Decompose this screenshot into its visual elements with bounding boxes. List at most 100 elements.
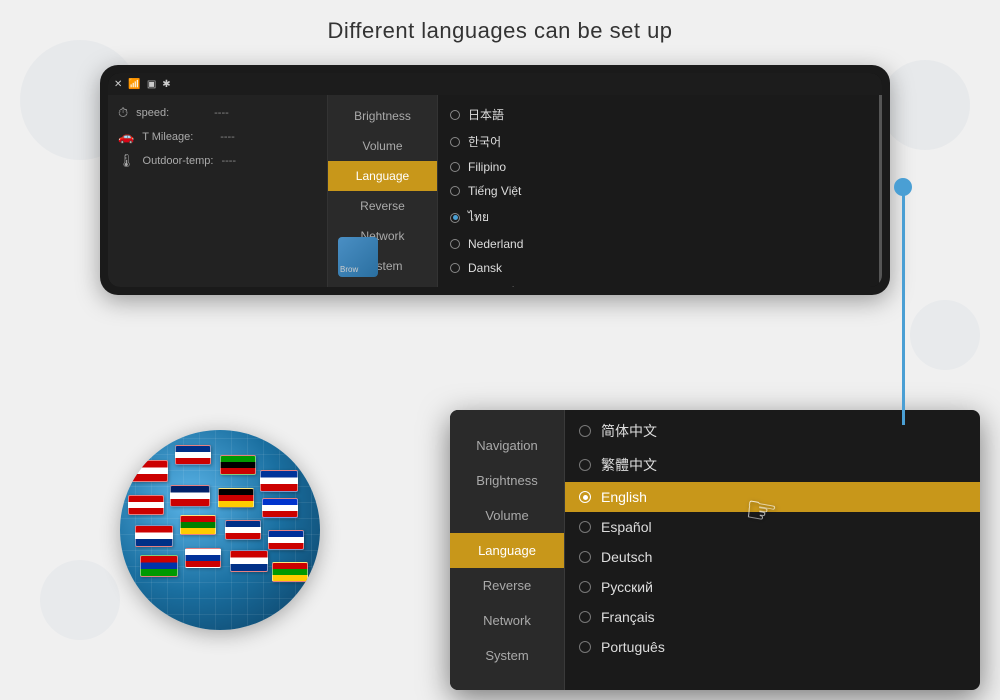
lang-radio-icon bbox=[450, 162, 460, 172]
flag bbox=[260, 470, 298, 492]
popup-menu-item-volume[interactable]: Volume bbox=[450, 498, 564, 533]
top-menu-item-volume[interactable]: Volume bbox=[328, 131, 437, 161]
popup-menu-item-brightness[interactable]: Brightness bbox=[450, 463, 564, 498]
mileage-label: T Mileage: bbox=[142, 131, 212, 143]
lang-label: ไทย bbox=[468, 208, 489, 227]
speed-row: ⏱ speed: ---- bbox=[118, 105, 317, 121]
speed-value: ---- bbox=[214, 107, 229, 119]
popup-lang-label: English bbox=[601, 489, 647, 505]
status-bar: ✕ 📶 ▣ ✱ bbox=[108, 73, 882, 95]
flag bbox=[268, 530, 304, 550]
bottom-popup: NavigationBrightnessVolumeLanguageRevers… bbox=[450, 410, 980, 690]
flag bbox=[230, 550, 268, 572]
close-icon: ✕ bbox=[114, 79, 122, 90]
lang-radio-icon bbox=[450, 186, 460, 196]
decor-blob-4 bbox=[910, 300, 980, 370]
popup-radio-icon bbox=[579, 551, 591, 563]
speed-label: speed: bbox=[136, 107, 206, 119]
lang-label: 한국어 bbox=[468, 133, 501, 150]
popup-lang-item[interactable]: Français bbox=[565, 602, 980, 632]
car-icon: 🚗 bbox=[118, 129, 134, 145]
temp-label: Outdoor-temp: bbox=[143, 155, 214, 167]
lang-label: Filipino bbox=[468, 160, 506, 174]
top-lang-item[interactable]: Nederland bbox=[438, 232, 879, 256]
connector-line-vertical bbox=[902, 185, 905, 425]
temp-row: 🌡 Outdoor-temp: ---- bbox=[118, 153, 317, 169]
flag bbox=[225, 520, 261, 540]
top-lang-item[interactable]: 한국어 bbox=[438, 128, 879, 155]
popup-lang-item[interactable]: Русский bbox=[565, 572, 980, 602]
map-label: Brow bbox=[340, 265, 358, 274]
flag bbox=[130, 460, 168, 482]
top-lang-item[interactable]: Tiếng Việt bbox=[438, 179, 879, 203]
lang-radio-icon bbox=[450, 110, 460, 120]
top-lang-item[interactable]: Ελληνικά bbox=[438, 280, 879, 287]
top-menu-item-version[interactable]: Version bbox=[328, 281, 437, 287]
popup-radio-icon bbox=[579, 611, 591, 623]
top-menu-item-language[interactable]: Language bbox=[328, 161, 437, 191]
popup-lang-item[interactable]: 繁體中文 bbox=[565, 448, 980, 482]
popup-radio-icon bbox=[579, 425, 591, 437]
top-menu-item-brightness[interactable]: Brightness bbox=[328, 101, 437, 131]
flag bbox=[272, 562, 308, 582]
popup-lang-item[interactable]: 简体中文 bbox=[565, 414, 980, 448]
mileage-value: ---- bbox=[220, 131, 235, 143]
flag bbox=[218, 488, 254, 508]
popup-menu: NavigationBrightnessVolumeLanguageRevers… bbox=[450, 410, 565, 690]
popup-radio-icon bbox=[579, 491, 591, 503]
flag bbox=[185, 548, 221, 568]
popup-lang-label: Español bbox=[601, 519, 652, 535]
popup-radio-icon bbox=[579, 641, 591, 653]
top-lang-item[interactable]: 日本語 bbox=[438, 101, 879, 128]
lang-label: 日本語 bbox=[468, 106, 504, 123]
map-thumbnail: Brow bbox=[338, 237, 378, 277]
popup-menu-item-system[interactable]: System bbox=[450, 638, 564, 673]
flag bbox=[135, 525, 173, 547]
top-device: ✕ 📶 ▣ ✱ ⏱ speed: ---- 🚗 T Mileage: ---- … bbox=[100, 65, 890, 295]
top-language-list: 日本語 한국어 Filipino Tiếng Việt ไทย Nederland Dans… bbox=[438, 95, 882, 287]
lang-radio-icon bbox=[450, 213, 460, 223]
flag bbox=[175, 445, 211, 465]
popup-radio-icon bbox=[579, 581, 591, 593]
popup-lang-list: 简体中文繁體中文 English Español Deutsch Русский Fran… bbox=[565, 410, 980, 690]
lang-radio-icon bbox=[450, 137, 460, 147]
popup-lang-label: 简体中文 bbox=[601, 421, 657, 441]
lang-label: Ελληνικά bbox=[468, 285, 516, 287]
popup-lang-item[interactable]: Deutsch bbox=[565, 542, 980, 572]
top-menu-item-reverse[interactable]: Reverse bbox=[328, 191, 437, 221]
device-screen: ✕ 📶 ▣ ✱ ⏱ speed: ---- 🚗 T Mileage: ---- … bbox=[108, 73, 882, 287]
decor-blob-2 bbox=[880, 60, 970, 150]
temp-value: ---- bbox=[221, 155, 236, 167]
flag bbox=[262, 498, 298, 518]
wifi-icon: 📶 bbox=[128, 79, 140, 90]
mileage-row: 🚗 T Mileage: ---- bbox=[118, 129, 317, 145]
popup-radio-icon bbox=[579, 521, 591, 533]
flag bbox=[128, 495, 164, 515]
popup-menu-item-navigation[interactable]: Navigation bbox=[450, 428, 564, 463]
popup-menu-item-language[interactable]: Language bbox=[450, 533, 564, 568]
device-info-panel: ⏱ speed: ---- 🚗 T Mileage: ---- 🌡 Outdoo… bbox=[108, 95, 328, 287]
bluetooth-icon: ✱ bbox=[162, 79, 170, 90]
popup-lang-item[interactable]: Português bbox=[565, 632, 980, 662]
page-title: Different languages can be set up bbox=[0, 18, 1000, 44]
lang-label: Dansk bbox=[468, 261, 502, 275]
temp-icon: 🌡 bbox=[118, 153, 135, 169]
lang-label: Tiếng Việt bbox=[468, 184, 521, 198]
flag bbox=[180, 515, 216, 535]
flag bbox=[170, 485, 210, 507]
speed-icon: ⏱ bbox=[118, 105, 128, 121]
popup-lang-label: Português bbox=[601, 639, 665, 655]
popup-menu-item-network[interactable]: Network bbox=[450, 603, 564, 638]
flag bbox=[220, 455, 256, 475]
popup-lang-label: Русский bbox=[601, 579, 653, 595]
globe-container bbox=[100, 410, 350, 670]
top-lang-item[interactable]: ไทย bbox=[438, 203, 879, 232]
top-lang-item[interactable]: Filipino bbox=[438, 155, 879, 179]
popup-lang-label: Deutsch bbox=[601, 549, 652, 565]
popup-lang-label: Français bbox=[601, 609, 655, 625]
popup-lang-label: 繁體中文 bbox=[601, 455, 657, 475]
popup-menu-item-reverse[interactable]: Reverse bbox=[450, 568, 564, 603]
globe bbox=[120, 430, 320, 630]
top-lang-item[interactable]: Dansk bbox=[438, 256, 879, 280]
popup-radio-icon bbox=[579, 459, 591, 471]
